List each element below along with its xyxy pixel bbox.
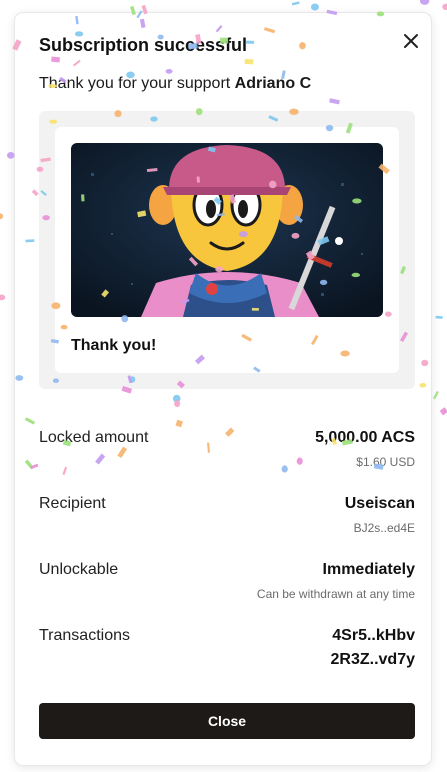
- confetti-piece: [0, 213, 4, 220]
- confetti-piece: [442, 3, 447, 11]
- unlockable-label: Unlockable: [39, 561, 119, 578]
- confetti-piece: [291, 1, 300, 6]
- thank-you-message: Thank you for your support Adriano C: [39, 75, 311, 93]
- thank-you-text: Thank you for your support: [39, 75, 231, 92]
- transaction-link[interactable]: 4Sr5..kHbv: [332, 627, 415, 645]
- unlockable-value: Immediately: [322, 561, 415, 578]
- close-button[interactable]: Close: [39, 703, 415, 739]
- locked-amount-usd: $1.60 USD: [356, 455, 415, 469]
- artwork-image: [71, 143, 383, 317]
- recipient-name: Useiscan: [344, 495, 415, 512]
- thank-you-card: Thank you!: [55, 127, 399, 373]
- transaction-link[interactable]: 2R3Z..vd7y: [331, 651, 415, 669]
- locked-amount-value: 5,000.00 ACS: [315, 429, 415, 446]
- confetti-piece: [310, 3, 319, 11]
- confetti-piece: [435, 315, 443, 319]
- confetti-piece: [0, 294, 6, 301]
- confetti-piece: [419, 0, 430, 5]
- card-caption: Thank you!: [71, 337, 157, 354]
- unlockable-note: Can be withdrawn at any time: [256, 587, 415, 601]
- recipient-address: BJ2s..ed4E: [353, 521, 415, 535]
- dialog-title: Subscription successful: [39, 35, 248, 55]
- supporter-name: Adriano C: [234, 75, 312, 92]
- confetti-piece: [439, 407, 447, 416]
- confetti-piece: [432, 390, 439, 400]
- confetti-piece: [6, 151, 15, 159]
- recipient-label: Recipient: [39, 495, 106, 512]
- close-icon[interactable]: [401, 31, 421, 51]
- transactions-label: Transactions: [39, 627, 130, 644]
- locked-amount-label: Locked amount: [39, 429, 149, 446]
- thank-you-card-frame: Thank you!: [39, 111, 415, 389]
- subscription-dialog: Subscription successful Thank you for yo…: [15, 13, 431, 765]
